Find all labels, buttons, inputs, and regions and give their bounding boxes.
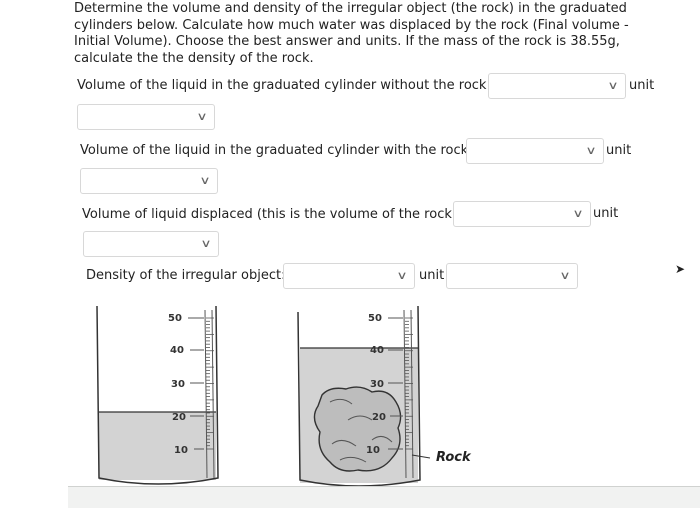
footer-bar (68, 486, 700, 508)
cylinder2-tick-20: 20 (372, 412, 386, 423)
cylinder1-tick-20: 20 (172, 412, 186, 423)
cylinder1-tick-10: 10 (174, 445, 188, 456)
rock-label: Rock (436, 450, 472, 465)
cylinder2-tick-50: 50 (368, 313, 382, 324)
cylinder-without-rock: 50 40 30 20 10 (96, 305, 219, 485)
cylinder2-tick-10: 10 (366, 445, 380, 456)
cylinder2-tick-30: 30 (370, 379, 384, 390)
graduated-cylinders-figure: 50 40 30 20 10 50 40 30 20 10 Rock (96, 305, 472, 487)
cylinder1-tick-40: 40 (170, 345, 184, 356)
cylinder1-tick-30: 30 (171, 379, 185, 390)
cylinder1-tick-50: 50 (168, 313, 182, 324)
cylinder-with-rock: 50 40 30 20 10 Rock (297, 305, 472, 487)
cylinder2-tick-40: 40 (370, 345, 384, 356)
